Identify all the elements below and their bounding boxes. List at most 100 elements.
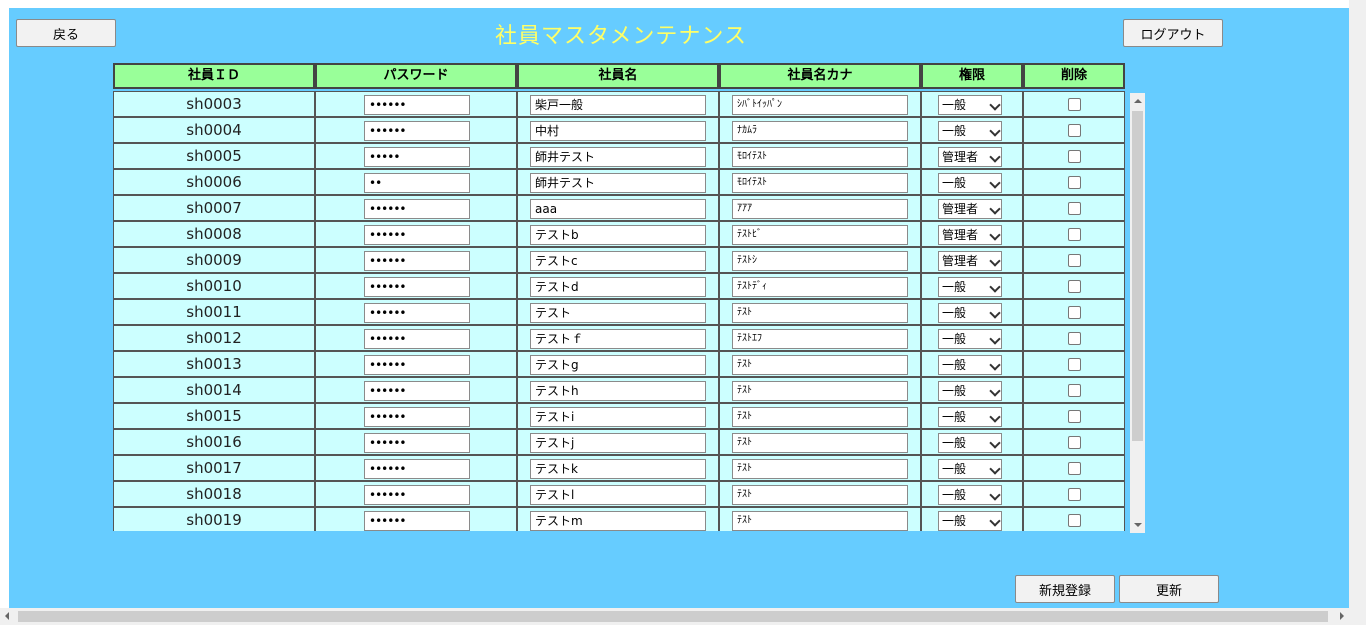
- employee-name-input[interactable]: 柴戸一般: [530, 95, 706, 115]
- password-input[interactable]: ••••••: [364, 251, 470, 271]
- scroll-right-icon[interactable]: [1340, 612, 1344, 620]
- hscroll-thumb[interactable]: [18, 611, 1328, 622]
- employee-name-input[interactable]: テストh: [530, 381, 706, 401]
- employee-kana-input[interactable]: ﾃｽﾄ: [732, 459, 908, 479]
- chevron-down-icon: [989, 385, 1001, 397]
- employee-kana-input[interactable]: ﾃｽﾄﾋﾞ: [732, 225, 908, 245]
- employee-name-input[interactable]: テストb: [530, 225, 706, 245]
- employee-kana-input[interactable]: ﾓﾛｲﾃｽﾄ: [732, 147, 908, 167]
- employee-name-input[interactable]: テストc: [530, 251, 706, 271]
- delete-checkbox[interactable]: [1068, 228, 1081, 241]
- role-select[interactable]: 一般: [938, 173, 1002, 193]
- role-select[interactable]: 一般: [938, 381, 1002, 401]
- password-input[interactable]: ••••••: [364, 511, 470, 531]
- employee-name-input[interactable]: テスト: [530, 303, 706, 323]
- employee-kana-input[interactable]: ﾃｽﾄ: [732, 407, 908, 427]
- employee-name-input[interactable]: テストl: [530, 485, 706, 505]
- employee-kana-input[interactable]: ﾃｽﾄ: [732, 355, 908, 375]
- password-input[interactable]: ••••••: [364, 95, 470, 115]
- delete-checkbox[interactable]: [1068, 514, 1081, 527]
- employee-kana-input[interactable]: ﾃｽﾄ: [732, 511, 908, 531]
- new-register-button[interactable]: 新規登録: [1015, 575, 1115, 603]
- table-body[interactable]: sh0003 •••••• 柴戸一般 ｼﾊﾞﾄｲｯﾊﾟﾝ 一般 sh0004 •••••• 中…: [113, 91, 1125, 531]
- delete-checkbox[interactable]: [1068, 176, 1081, 189]
- delete-checkbox[interactable]: [1068, 280, 1081, 293]
- employee-kana-input[interactable]: ﾃｽﾄ: [732, 381, 908, 401]
- scroll-up-icon[interactable]: [1134, 99, 1142, 103]
- role-select[interactable]: 一般: [938, 511, 1002, 531]
- employee-name-input[interactable]: テストｆ: [530, 329, 706, 349]
- password-input[interactable]: ••••••: [364, 355, 470, 375]
- employee-name-input[interactable]: aaa: [530, 199, 706, 219]
- role-select[interactable]: 管理者: [938, 147, 1002, 167]
- password-input[interactable]: ••••••: [364, 199, 470, 219]
- password-input[interactable]: ••••••: [364, 225, 470, 245]
- employee-kana-input[interactable]: ﾃｽﾄ: [732, 303, 908, 323]
- delete-checkbox[interactable]: [1068, 462, 1081, 475]
- logout-button[interactable]: ログアウト: [1123, 19, 1223, 47]
- employee-name-input[interactable]: テストm: [530, 511, 706, 531]
- employee-name-input[interactable]: テストk: [530, 459, 706, 479]
- delete-checkbox[interactable]: [1068, 488, 1081, 501]
- role-select[interactable]: 一般: [938, 355, 1002, 375]
- role-select[interactable]: 一般: [938, 407, 1002, 427]
- role-select[interactable]: 一般: [938, 277, 1002, 297]
- employee-name-input[interactable]: 中村: [530, 121, 706, 141]
- employee-kana-input[interactable]: ｱｱｱ: [732, 199, 908, 219]
- role-select[interactable]: 一般: [938, 329, 1002, 349]
- delete-checkbox[interactable]: [1068, 306, 1081, 319]
- password-input[interactable]: ••••••: [364, 277, 470, 297]
- password-input[interactable]: ••••••: [364, 303, 470, 323]
- employee-name-input[interactable]: テストg: [530, 355, 706, 375]
- delete-checkbox[interactable]: [1068, 124, 1081, 137]
- delete-checkbox[interactable]: [1068, 332, 1081, 345]
- page-horizontal-scrollbar[interactable]: [0, 608, 1366, 625]
- role-select[interactable]: 一般: [938, 433, 1002, 453]
- scroll-down-icon[interactable]: [1134, 523, 1142, 527]
- delete-checkbox[interactable]: [1068, 436, 1081, 449]
- employee-kana-input[interactable]: ﾓﾛｲﾃｽﾄ: [732, 173, 908, 193]
- role-select[interactable]: 一般: [938, 459, 1002, 479]
- password-input[interactable]: ••••••: [364, 121, 470, 141]
- employee-kana-input[interactable]: ｼﾊﾞﾄｲｯﾊﾟﾝ: [732, 95, 908, 115]
- delete-checkbox[interactable]: [1068, 254, 1081, 267]
- password-input[interactable]: •••••: [364, 147, 470, 167]
- employee-kana-input[interactable]: ﾃｽﾄ: [732, 485, 908, 505]
- role-select[interactable]: 管理者: [938, 251, 1002, 271]
- password-input[interactable]: ••••••: [364, 407, 470, 427]
- password-input[interactable]: ••••••: [364, 433, 470, 453]
- employee-kana-input[interactable]: ﾃｽﾄ: [732, 433, 908, 453]
- role-select[interactable]: 一般: [938, 303, 1002, 323]
- role-select[interactable]: 管理者: [938, 225, 1002, 245]
- table-scrollbar[interactable]: [1130, 93, 1145, 533]
- role-select[interactable]: 一般: [938, 95, 1002, 115]
- employee-name-input[interactable]: テストd: [530, 277, 706, 297]
- delete-checkbox[interactable]: [1068, 150, 1081, 163]
- delete-checkbox[interactable]: [1068, 384, 1081, 397]
- delete-checkbox[interactable]: [1068, 98, 1081, 111]
- scroll-left-icon[interactable]: [5, 612, 9, 620]
- employee-kana-input[interactable]: ﾃｽﾄｼ: [732, 251, 908, 271]
- delete-checkbox[interactable]: [1068, 410, 1081, 423]
- employee-name-input[interactable]: 師井テスト: [530, 147, 706, 167]
- role-select[interactable]: 管理者: [938, 199, 1002, 219]
- page-vertical-scrollbar[interactable]: [1349, 0, 1366, 608]
- password-input[interactable]: ••••••: [364, 381, 470, 401]
- employee-name-input[interactable]: 師井テスト: [530, 173, 706, 193]
- delete-checkbox[interactable]: [1068, 202, 1081, 215]
- employee-kana-input[interactable]: ﾃｽﾄﾃﾞｨ: [732, 277, 908, 297]
- password-input[interactable]: ••: [364, 173, 470, 193]
- employee-kana-input[interactable]: ﾃｽﾄｴﾌ: [732, 329, 908, 349]
- role-select[interactable]: 一般: [938, 485, 1002, 505]
- password-input[interactable]: ••••••: [364, 329, 470, 349]
- update-button[interactable]: 更新: [1119, 575, 1219, 603]
- scroll-thumb[interactable]: [1132, 111, 1143, 441]
- role-select[interactable]: 一般: [938, 121, 1002, 141]
- employee-name-input[interactable]: テストi: [530, 407, 706, 427]
- delete-checkbox[interactable]: [1068, 358, 1081, 371]
- employee-kana-input[interactable]: ﾅｶﾑﾗ: [732, 121, 908, 141]
- password-input[interactable]: ••••••: [364, 459, 470, 479]
- cell-password: ••••••: [315, 481, 517, 507]
- password-input[interactable]: ••••••: [364, 485, 470, 505]
- employee-name-input[interactable]: テストj: [530, 433, 706, 453]
